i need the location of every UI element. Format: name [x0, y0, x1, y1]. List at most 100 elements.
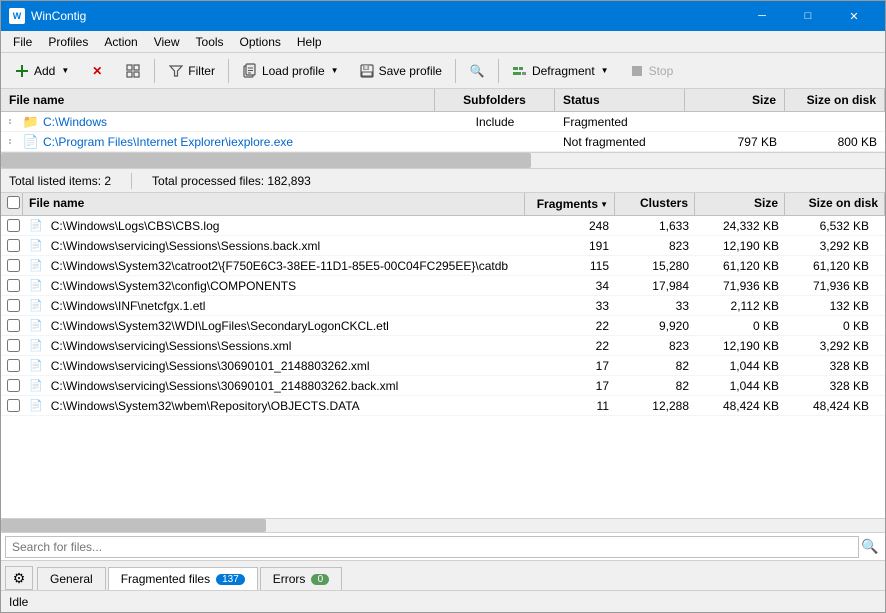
tab-errors[interactable]: Errors 0: [260, 567, 343, 590]
row-filename: 📄 C:\Windows\System32\WDI\LogFiles\Secon…: [23, 317, 525, 335]
row-checkbox[interactable]: [1, 297, 23, 314]
lower-table-row[interactable]: 📄 C:\Windows\System32\wbem\Repository\OB…: [1, 396, 885, 416]
menu-help[interactable]: Help: [289, 33, 330, 51]
row-checkbox[interactable]: [1, 337, 23, 354]
lower-header-fragments[interactable]: Fragments ▼: [525, 193, 615, 215]
add-button[interactable]: Add ▼: [5, 57, 78, 85]
row-checkbox[interactable]: [1, 317, 23, 334]
filter-button[interactable]: Filter: [159, 57, 224, 85]
settings-button[interactable]: ⚙: [5, 566, 33, 590]
select-all-checkbox[interactable]: [7, 196, 20, 209]
save-profile-icon: [359, 63, 375, 79]
menu-options[interactable]: Options: [232, 33, 289, 51]
lower-table-row[interactable]: 📄 C:\Windows\System32\catroot2\{F750E6C3…: [1, 256, 885, 276]
grid-view-button[interactable]: [116, 57, 150, 85]
lower-table-row[interactable]: 📄 C:\Windows\Logs\CBS\CBS.log 248 1,633 …: [1, 216, 885, 236]
load-profile-arrow: ▼: [331, 66, 339, 75]
row-file-icon: 📄: [29, 239, 43, 252]
row-checkbox[interactable]: [1, 217, 23, 234]
row-select-checkbox[interactable]: [7, 399, 20, 412]
row-filename: 📄 C:\Windows\servicing\Sessions\30690101…: [23, 377, 525, 395]
minimize-button[interactable]: ─: [739, 1, 785, 31]
row-select-checkbox[interactable]: [7, 239, 20, 252]
lower-scrollbar[interactable]: [1, 518, 885, 532]
status-middle: Total listed items: 2 Total processed fi…: [1, 169, 885, 193]
menu-view[interactable]: View: [146, 33, 188, 51]
menu-profiles[interactable]: Profiles: [40, 33, 96, 51]
lower-rows: 📄 C:\Windows\Logs\CBS\CBS.log 248 1,633 …: [1, 216, 885, 518]
row-checkbox[interactable]: [1, 397, 23, 414]
load-profile-icon: [242, 63, 258, 79]
lower-header-sizeondisk[interactable]: Size on disk: [785, 193, 885, 215]
row-file-icon: 📄: [29, 339, 43, 352]
load-profile-button[interactable]: Load profile ▼: [233, 57, 348, 85]
row-select-checkbox[interactable]: [7, 319, 20, 332]
row-checkbox[interactable]: [1, 357, 23, 374]
tab-general-label: General: [50, 572, 93, 586]
add-dropdown-arrow: ▼: [61, 66, 69, 75]
defragment-button[interactable]: Defragment ▼: [503, 57, 618, 85]
upper-header-size: Size: [685, 89, 785, 111]
lower-header-checkbox: [1, 193, 23, 215]
row-clusters: 12,288: [615, 397, 695, 415]
row-filename: 📄 C:\Windows\servicing\Sessions\30690101…: [23, 357, 525, 375]
folder-icon: 📁: [23, 114, 39, 130]
row-clusters: 823: [615, 337, 695, 355]
upper-table-header: File name Subfolders Status Size Size on…: [1, 89, 885, 112]
row-sizeondisk: 3,292 KB: [785, 337, 885, 355]
lower-table-row[interactable]: 📄 C:\Windows\servicing\Sessions\30690101…: [1, 376, 885, 396]
lower-table-row[interactable]: 📄 C:\Windows\System32\config\COMPONENTS …: [1, 276, 885, 296]
row-fragments: 22: [525, 337, 615, 355]
row-size: 24,332 KB: [695, 217, 785, 235]
row-checkbox[interactable]: [1, 277, 23, 294]
tab-fragmented-files[interactable]: Fragmented files 137: [108, 567, 258, 591]
fragmented-files-badge: 137: [216, 574, 245, 585]
upper-scrollbar[interactable]: [1, 153, 885, 169]
row-sizeondisk: 328 KB: [785, 377, 885, 395]
row-select-checkbox[interactable]: [7, 219, 20, 232]
close-button[interactable]: ✕: [831, 1, 877, 31]
lower-table-row[interactable]: 📄 C:\Windows\servicing\Sessions\30690101…: [1, 356, 885, 376]
tab-errors-label: Errors: [273, 572, 306, 586]
upper-table-row[interactable]: 📁 C:\Windows Include Fragmented: [1, 112, 885, 132]
lower-table-row[interactable]: 📄 C:\Windows\servicing\Sessions\Sessions…: [1, 236, 885, 256]
row-select-checkbox[interactable]: [7, 339, 20, 352]
search-input[interactable]: [5, 536, 859, 558]
remove-button[interactable]: ✕: [80, 57, 114, 85]
lower-header-size[interactable]: Size: [695, 193, 785, 215]
row-fragments: 22: [525, 317, 615, 335]
row-select-checkbox[interactable]: [7, 299, 20, 312]
row-checkbox[interactable]: [1, 377, 23, 394]
drag-handle: [9, 119, 17, 124]
stop-button[interactable]: Stop: [620, 57, 683, 85]
row-fragments: 115: [525, 257, 615, 275]
menu-file[interactable]: File: [5, 33, 40, 51]
upper-header-subfolders: Subfolders: [435, 89, 555, 111]
menu-action[interactable]: Action: [96, 33, 145, 51]
lower-header-clusters[interactable]: Clusters: [615, 193, 695, 215]
row-fragments: 17: [525, 377, 615, 395]
save-profile-button[interactable]: Save profile: [350, 57, 451, 85]
row-checkbox[interactable]: [1, 257, 23, 274]
search-toolbar-button[interactable]: 🔍: [460, 57, 494, 85]
lower-table-row[interactable]: 📄 C:\Windows\servicing\Sessions\Sessions…: [1, 336, 885, 356]
lower-table-row[interactable]: 📄 C:\Windows\INF\netcfgx.1.etl 33 33 2,1…: [1, 296, 885, 316]
row-clusters: 17,984: [615, 277, 695, 295]
row-size: 12,190 KB: [695, 337, 785, 355]
row-checkbox[interactable]: [1, 237, 23, 254]
row-filename: 📄 C:\Windows\INF\netcfgx.1.etl: [23, 297, 525, 315]
tab-general[interactable]: General: [37, 567, 106, 590]
toolbar: Add ▼ ✕ Filter Load profile ▼ Save profi…: [1, 53, 885, 89]
menu-tools[interactable]: Tools: [188, 33, 232, 51]
lower-table-row[interactable]: 📄 C:\Windows\System32\WDI\LogFiles\Secon…: [1, 316, 885, 336]
upper-table-row[interactable]: 📄 C:\Program Files\Internet Explorer\iex…: [1, 132, 885, 152]
row-select-checkbox[interactable]: [7, 279, 20, 292]
row-file-icon: 📄: [29, 319, 43, 332]
row-select-checkbox[interactable]: [7, 379, 20, 392]
row-select-checkbox[interactable]: [7, 259, 20, 272]
row-select-checkbox[interactable]: [7, 359, 20, 372]
row-filename: 📄 C:\Windows\servicing\Sessions\Sessions…: [23, 237, 525, 255]
maximize-button[interactable]: □: [785, 1, 831, 31]
lower-header-filename[interactable]: File name: [23, 193, 525, 215]
menu-bar: File Profiles Action View Tools Options …: [1, 31, 885, 53]
